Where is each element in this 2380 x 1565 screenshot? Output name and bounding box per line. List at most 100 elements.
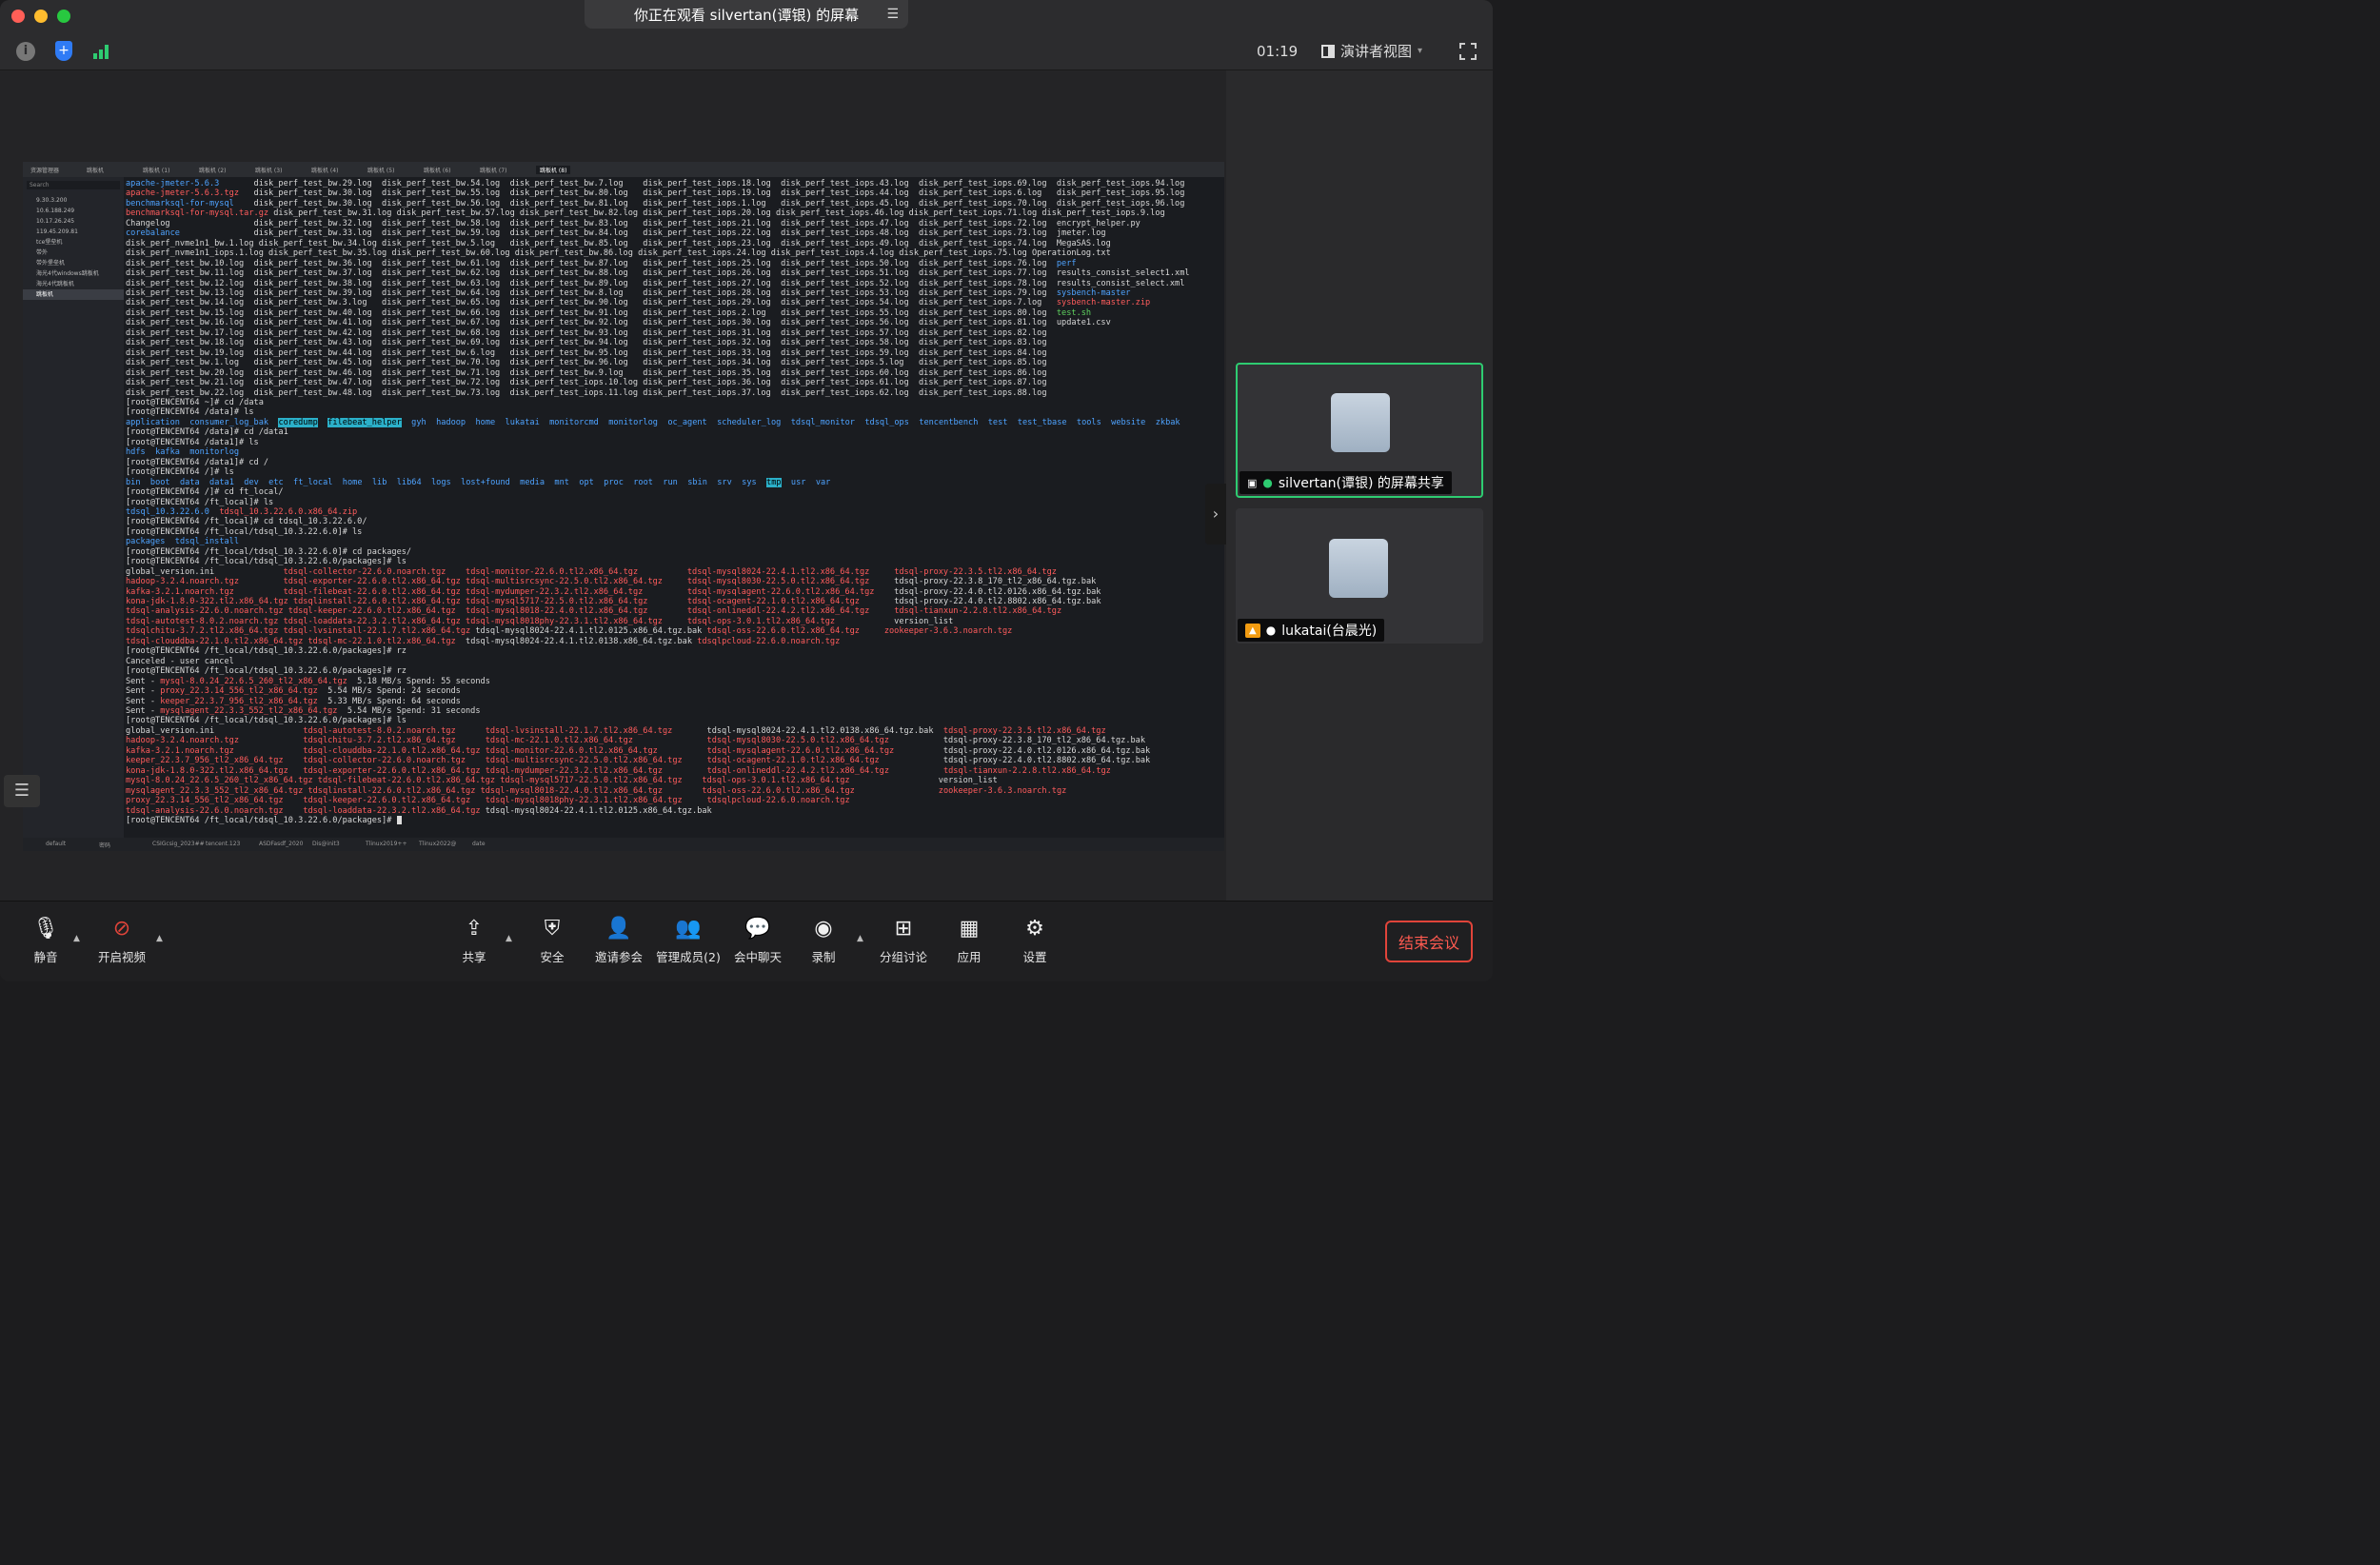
sidebar-search[interactable]: Search: [27, 181, 120, 189]
minimize-window-button[interactable]: [34, 10, 48, 23]
status-item[interactable]: Tlinux2019++: [366, 841, 407, 847]
video-button[interactable]: ⊘ 开启视频: [95, 915, 149, 965]
breakout-icon: ⊞: [894, 917, 913, 941]
chat-button[interactable]: 💬 会中聊天: [731, 915, 784, 965]
terminal-line: [root@TENCENT64 /ft_local/tdsql_10.3.22.…: [126, 546, 412, 557]
shield-icon: ⛨: [544, 917, 561, 941]
terminal-line: bin boot data data1 dev etc ft_local hom…: [126, 477, 831, 487]
status-item[interactable]: 密码: [99, 841, 110, 849]
mute-button[interactable]: 🎙 静音: [27, 915, 65, 965]
record-button[interactable]: ◉ 录制: [804, 915, 843, 965]
status-item[interactable]: ASDFasdf_2020: [259, 841, 303, 847]
share-title: 你正在观看 silvertan(谭银) 的屏幕: [633, 6, 860, 24]
chat-icon: 💬: [744, 917, 771, 941]
terminal-tab[interactable]: 跳板机 (5): [367, 166, 394, 174]
record-icon: ◉: [814, 917, 833, 941]
terminal-tab[interactable]: 跳板机 (2): [199, 166, 226, 174]
terminal-tab[interactable]: 跳板机 (1): [143, 166, 169, 174]
fullscreen-icon[interactable]: [1459, 43, 1477, 60]
status-item[interactable]: tencent.123: [206, 841, 240, 847]
host-item[interactable]: 带外堡垒机: [23, 258, 124, 268]
microphone-icon: 🎙: [32, 917, 59, 941]
status-item[interactable]: default: [46, 841, 66, 847]
terminal-line: disk_perf_test_bw.14.log disk_perf_test_…: [126, 298, 1151, 308]
menu-icon[interactable]: ☰: [886, 7, 899, 22]
host-item[interactable]: 9.30.3.200: [23, 195, 124, 206]
terminal-tab[interactable]: 跳板机 (6): [424, 166, 450, 174]
terminal-sidebar: Search 9.30.3.200 10.6.188.249 10.17.26.24…: [23, 177, 124, 838]
terminal-tab[interactable]: 跳板机 (3): [255, 166, 282, 174]
meeting-window: 你正在观看 silvertan(谭银) 的屏幕 ☰ i + 01:19 演讲者视…: [0, 0, 1493, 981]
host-item[interactable]: 119.45.209.81: [23, 227, 124, 237]
host-item[interactable]: 10.17.26.245: [23, 216, 124, 227]
record-options-chevron-icon[interactable]: ▲: [857, 934, 863, 943]
layout-icon: [1321, 44, 1335, 58]
host-item[interactable]: 10.6.188.249: [23, 206, 124, 216]
terminal-tab-bar: 资源管理器 跳板机 跳板机 (1) 跳板机 (2) 跳板机 (3) 跳板机 (4) 跳板机 …: [23, 162, 1224, 177]
screen-share-icon: ▣: [1247, 476, 1258, 489]
side-menu-icon[interactable]: ☰: [4, 775, 40, 807]
terminal-line: disk_perf_test_bw.17.log disk_perf_test_…: [126, 327, 1047, 338]
mute-options-chevron-icon[interactable]: ▲: [73, 934, 80, 943]
terminal-tab[interactable]: 资源管理器: [30, 166, 59, 174]
zoom-window-button[interactable]: [57, 10, 70, 23]
breakout-button[interactable]: ⊞ 分组讨论: [877, 915, 930, 965]
host-item[interactable]: 跳板机: [23, 289, 124, 300]
avatar: [1329, 539, 1388, 598]
terminal-output[interactable]: apache-jmeter-5.6.3 disk_perf_test_bw.29…: [126, 179, 1220, 838]
shared-terminal-window: 资源管理器 跳板机 跳板机 (1) 跳板机 (2) 跳板机 (3) 跳板机 (4) 跳板机 …: [23, 162, 1224, 851]
mic-icon: ●: [1265, 624, 1277, 637]
terminal-line: application consumer_log_bak coredump fi…: [126, 417, 1180, 427]
security-shield-icon[interactable]: +: [55, 41, 72, 61]
terminal-line: global_version.ini tdsql-autotest-8.0.2.…: [126, 725, 1106, 736]
status-item[interactable]: Tlinux2022@: [419, 841, 456, 847]
terminal-tab[interactable]: 跳板机 (7): [480, 166, 506, 174]
manage-members-button[interactable]: 👥 管理成员(2): [655, 915, 722, 965]
participant-tile-presenter[interactable]: ▣ ● silvertan(谭银) 的屏幕共享: [1236, 363, 1483, 498]
terminal-tab[interactable]: 跳板机: [87, 166, 104, 174]
terminal-line: apache-jmeter-5.6.3.tgz disk_perf_test_b…: [126, 188, 1185, 199]
invite-button[interactable]: 👤 邀请参会: [592, 915, 645, 965]
participant-name: silvertan(谭银) 的屏幕共享: [1278, 476, 1444, 491]
terminal-line: kafka-3.2.1.noarch.tgz tdsql-clouddba-22…: [126, 745, 1151, 756]
terminal-line: mysqlagent_22.3.3_552_tl2_x86_64.tgz tds…: [126, 785, 1067, 796]
terminal-line: disk_perf_test_bw.1.log disk_perf_test_b…: [126, 358, 1047, 368]
collapse-panel-button[interactable]: ›: [1205, 484, 1226, 545]
terminal-line: [root@TENCENT64 /]# cd ft_local/: [126, 487, 284, 498]
status-item[interactable]: CSIGcsig_2023##: [152, 841, 205, 847]
settings-button[interactable]: ⚙ 设置: [1016, 915, 1054, 965]
terminal-line: disk_perf_test_bw.12.log disk_perf_test_…: [126, 278, 1185, 288]
terminal-line: benchmarksql-for-mysql disk_perf_test_bw…: [126, 198, 1185, 208]
host-item[interactable]: 海光4代windows跳板机: [23, 268, 124, 279]
terminal-status-bar: default 密码 CSIGcsig_2023## tencent.123 ASDFa…: [23, 838, 1224, 851]
end-meeting-button[interactable]: 结束会议: [1385, 921, 1473, 962]
terminal-line: [root@TENCENT64 /data]# ls: [126, 407, 254, 418]
avatar: [1331, 393, 1390, 452]
participant-tile[interactable]: ▲ ● lukatai(台晨光): [1236, 508, 1483, 644]
close-window-button[interactable]: [11, 10, 25, 23]
gear-icon: ⚙: [1025, 917, 1044, 941]
view-mode-dropdown[interactable]: 演讲者视图 ▾: [1321, 41, 1422, 61]
share-screen-icon: ⇪: [465, 917, 484, 941]
terminal-line: disk_perf_nvme1n1_iops.1.log disk_perf_t…: [126, 248, 1111, 259]
terminal-line: disk_perf_test_bw.19.log disk_perf_test_…: [126, 347, 1047, 358]
host-icon: ▲: [1245, 623, 1260, 638]
host-item[interactable]: 带外: [23, 248, 124, 258]
share-button[interactable]: ⇪ 共享: [455, 915, 493, 965]
terminal-tab[interactable]: 跳板机 (4): [311, 166, 338, 174]
security-button[interactable]: ⛨ 安全: [533, 915, 571, 965]
status-item[interactable]: date: [472, 841, 486, 847]
host-item[interactable]: tce堡垒机: [23, 237, 124, 248]
signal-strength-icon[interactable]: [93, 44, 112, 59]
status-item[interactable]: Dis@init3: [312, 841, 340, 847]
share-options-chevron-icon[interactable]: ▲: [506, 934, 512, 943]
terminal-line: tdsql-analysis-22.6.0.noarch.tgz tdsql-l…: [126, 805, 712, 816]
terminal-tab[interactable]: 跳板机 (8): [536, 166, 571, 174]
apps-button[interactable]: ▦ 应用: [950, 915, 988, 965]
info-icon[interactable]: i: [16, 42, 35, 61]
terminal-line: disk_perf_test_bw.10.log disk_perf_test_…: [126, 258, 1077, 268]
terminal-cursor: [396, 816, 402, 824]
video-options-chevron-icon[interactable]: ▲: [156, 934, 163, 943]
host-item[interactable]: 海光4代跳板机: [23, 279, 124, 289]
terminal-line: benchmarksql-for-mysql.tar.gz disk_perf_…: [126, 208, 1165, 219]
